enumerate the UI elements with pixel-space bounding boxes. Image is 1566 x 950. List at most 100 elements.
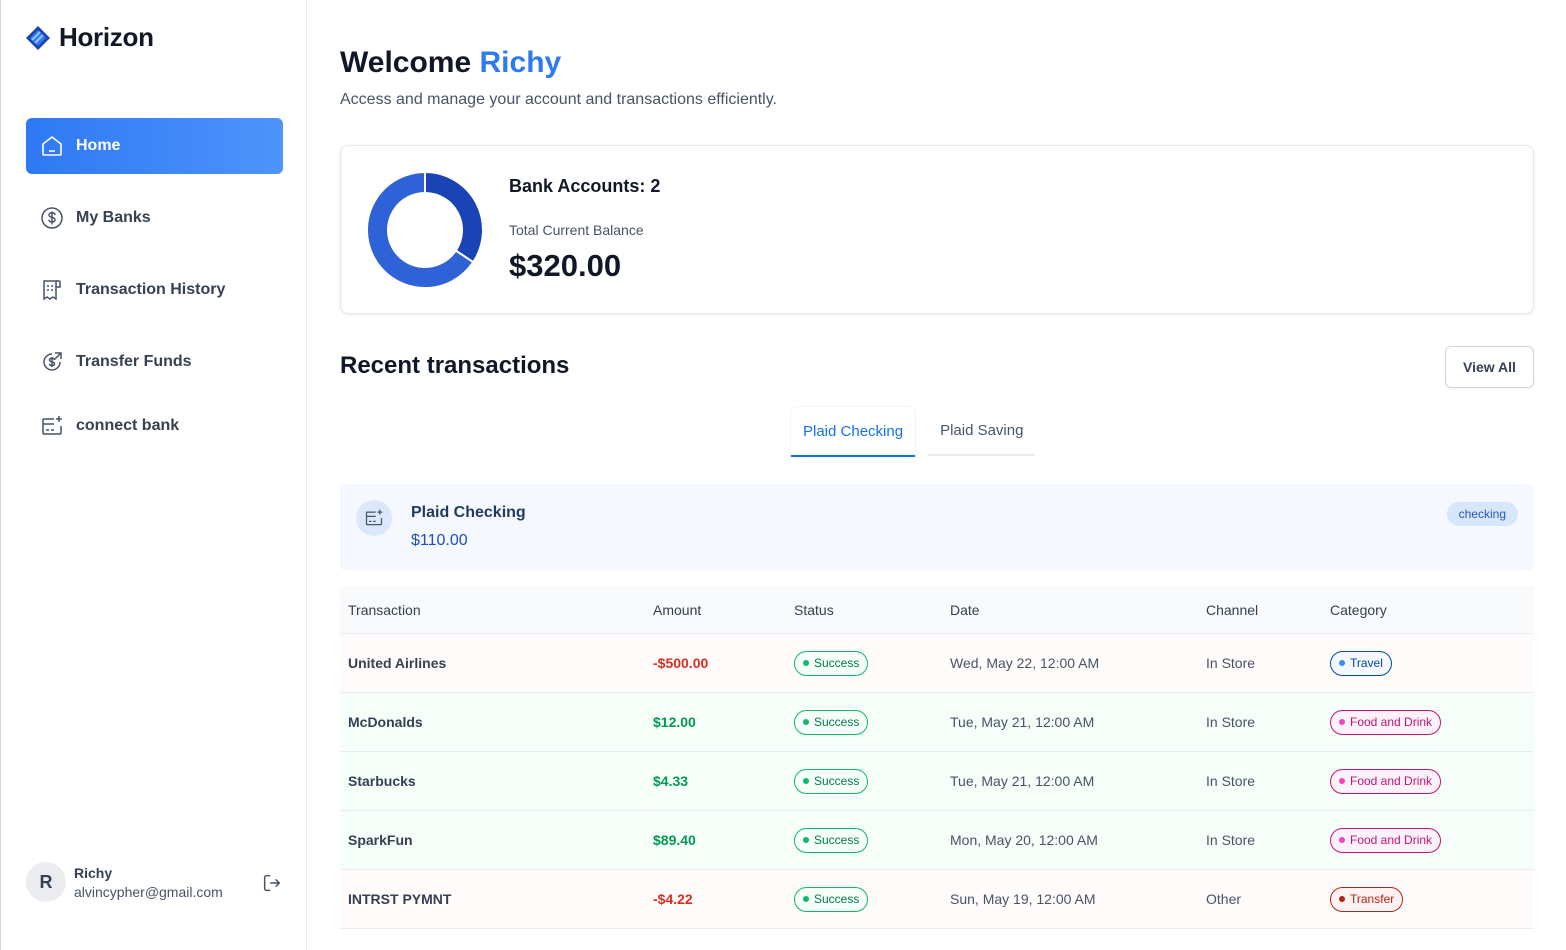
category-badge: Travel <box>1330 650 1392 676</box>
status-badge: Success <box>794 650 869 676</box>
category-dot <box>1339 778 1345 784</box>
transaction-name: McDonalds <box>348 714 423 730</box>
brand[interactable]: Horizon <box>25 22 154 53</box>
welcome-user-name: Richy <box>479 46 562 79</box>
account-type-badge: checking <box>1446 502 1518 526</box>
category-text: Food and Drink <box>1350 715 1433 729</box>
category-cell: Food and Drink <box>1330 768 1534 794</box>
transaction-channel: In Store <box>1206 773 1256 789</box>
category-cell: Travel <box>1330 650 1534 676</box>
dollar-circle-icon <box>41 207 63 229</box>
page-subtitle: Access and manage your account and trans… <box>340 91 777 108</box>
view-all-button[interactable]: View All <box>1445 346 1534 388</box>
sidebar-item-label: Transfer Funds <box>76 353 192 370</box>
sidebar-item-transaction-history[interactable]: Transaction History <box>26 262 283 318</box>
transactions-table: Transaction Amount Status Date Channel C… <box>340 586 1534 929</box>
transaction-channel: In Store <box>1206 655 1256 671</box>
transaction-name: Starbucks <box>348 773 416 789</box>
brand-name: Horizon <box>59 22 154 52</box>
status-badge: Success <box>794 768 869 794</box>
transaction-date: Sun, May 19, 12:00 AM <box>950 891 1096 907</box>
transaction-name: INTRST PYMNT <box>348 891 452 907</box>
category-badge: Transfer <box>1330 886 1404 912</box>
main-content: Welcome Richy Access and manage your acc… <box>340 0 1534 950</box>
sidebar-item-label: Home <box>76 137 121 154</box>
user-name: Richy <box>74 864 113 881</box>
status-text: Success <box>814 774 860 788</box>
category-text: Food and Drink <box>1350 774 1433 788</box>
table-header-row: Transaction Amount Status Date Channel C… <box>340 586 1534 634</box>
status-text: Success <box>814 892 860 906</box>
card-add-icon <box>42 416 62 435</box>
transaction-name: United Airlines <box>348 655 447 671</box>
avatar[interactable]: R <box>26 862 66 902</box>
user-email: alvincypher@gmail.com <box>74 883 223 900</box>
total-balance-label: Total Current Balance <box>509 222 644 238</box>
transaction-channel: Other <box>1206 891 1242 907</box>
status-text: Success <box>814 656 860 670</box>
horizon-logo-icon <box>26 25 50 50</box>
status-cell: Success <box>794 650 950 676</box>
tab-plaid-checking[interactable]: Plaid Checking <box>791 407 916 457</box>
category-dot <box>1339 719 1345 725</box>
money-send-icon <box>43 352 62 371</box>
transaction-amount: -$500.00 <box>653 655 709 671</box>
sidebar-item-my-banks[interactable]: My Banks <box>26 190 283 246</box>
status-cell: Success <box>794 768 950 794</box>
category-badge: Food and Drink <box>1330 709 1442 735</box>
page-title: Welcome Richy <box>340 46 561 80</box>
card-add-icon <box>365 509 383 526</box>
user-info: Richy alvincypher@gmail.com <box>74 865 223 900</box>
status-text: Success <box>814 715 860 729</box>
status-cell: Success <box>794 709 950 735</box>
table-row[interactable]: Starbucks $4.33 Success Tue, May 21, 12:… <box>340 752 1534 811</box>
column-header-channel: Channel <box>1206 601 1259 618</box>
transaction-amount: $12.00 <box>653 714 696 730</box>
user-footer: R Richy alvincypher@gmail.com <box>26 860 286 904</box>
logout-button[interactable] <box>261 872 283 899</box>
bank-icon-wrap <box>356 500 392 536</box>
category-text: Food and Drink <box>1350 833 1433 847</box>
status-badge: Success <box>794 709 869 735</box>
logout-icon <box>263 874 281 892</box>
balance-donut-chart <box>366 170 484 289</box>
table-row[interactable]: INTRST PYMNT -$4.22 Success Sun, May 19,… <box>340 870 1534 929</box>
home-icon <box>42 135 62 156</box>
total-balance-card: Bank Accounts: 2 Total Current Balance $… <box>340 145 1534 314</box>
table-row[interactable]: McDonalds $12.00 Success Tue, May 21, 12… <box>340 693 1534 752</box>
transaction-amount: $4.33 <box>653 773 689 789</box>
transaction-channel: In Store <box>1206 832 1256 848</box>
donut-segment-0 <box>424 170 484 264</box>
donut-segments <box>366 170 484 289</box>
transaction-date: Tue, May 21, 12:00 AM <box>950 714 1095 730</box>
transaction-amount: -$4.22 <box>653 891 693 907</box>
transaction-date: Wed, May 22, 12:00 AM <box>950 655 1100 671</box>
category-cell: Transfer <box>1330 886 1534 912</box>
bank-accounts-count: Bank Accounts: 2 <box>509 176 661 196</box>
bank-info-card[interactable]: Plaid Checking $110.00 checking <box>340 484 1534 570</box>
status-dot <box>803 719 809 725</box>
sidebar-item-label: connect bank <box>76 417 180 434</box>
total-balance-value: $320.00 <box>509 248 622 283</box>
sidebar-item-transfer-funds[interactable]: Transfer Funds <box>26 334 283 390</box>
status-dot <box>803 778 809 784</box>
category-dot <box>1339 896 1345 902</box>
sidebar: Horizon Home My Banks Transaction Histor… <box>0 0 307 950</box>
bank-tabs: Plaid Checking Plaid Saving <box>790 406 1036 458</box>
category-text: Transfer <box>1350 892 1395 906</box>
status-badge: Success <box>794 886 869 912</box>
transaction-date: Mon, May 20, 12:00 AM <box>950 832 1098 848</box>
sidebar-item-connect-bank[interactable]: connect bank <box>26 398 283 454</box>
category-badge: Food and Drink <box>1330 827 1442 853</box>
column-header-transaction: Transaction <box>348 601 421 618</box>
status-dot <box>803 837 809 843</box>
tab-wrap: Plaid Checking <box>790 406 917 458</box>
table-row[interactable]: United Airlines -$500.00 Success Wed, Ma… <box>340 634 1534 693</box>
category-text: Travel <box>1350 656 1383 670</box>
table-row[interactable]: SparkFun $89.40 Success Mon, May 20, 12:… <box>340 811 1534 870</box>
sidebar-nav: Home My Banks Transaction History Transf… <box>26 118 283 470</box>
tab-plaid-saving[interactable]: Plaid Saving <box>928 406 1036 456</box>
bank-account-name: Plaid Checking <box>411 504 526 521</box>
sidebar-item-home[interactable]: Home <box>26 118 283 174</box>
transaction-amount: $89.40 <box>653 832 696 848</box>
